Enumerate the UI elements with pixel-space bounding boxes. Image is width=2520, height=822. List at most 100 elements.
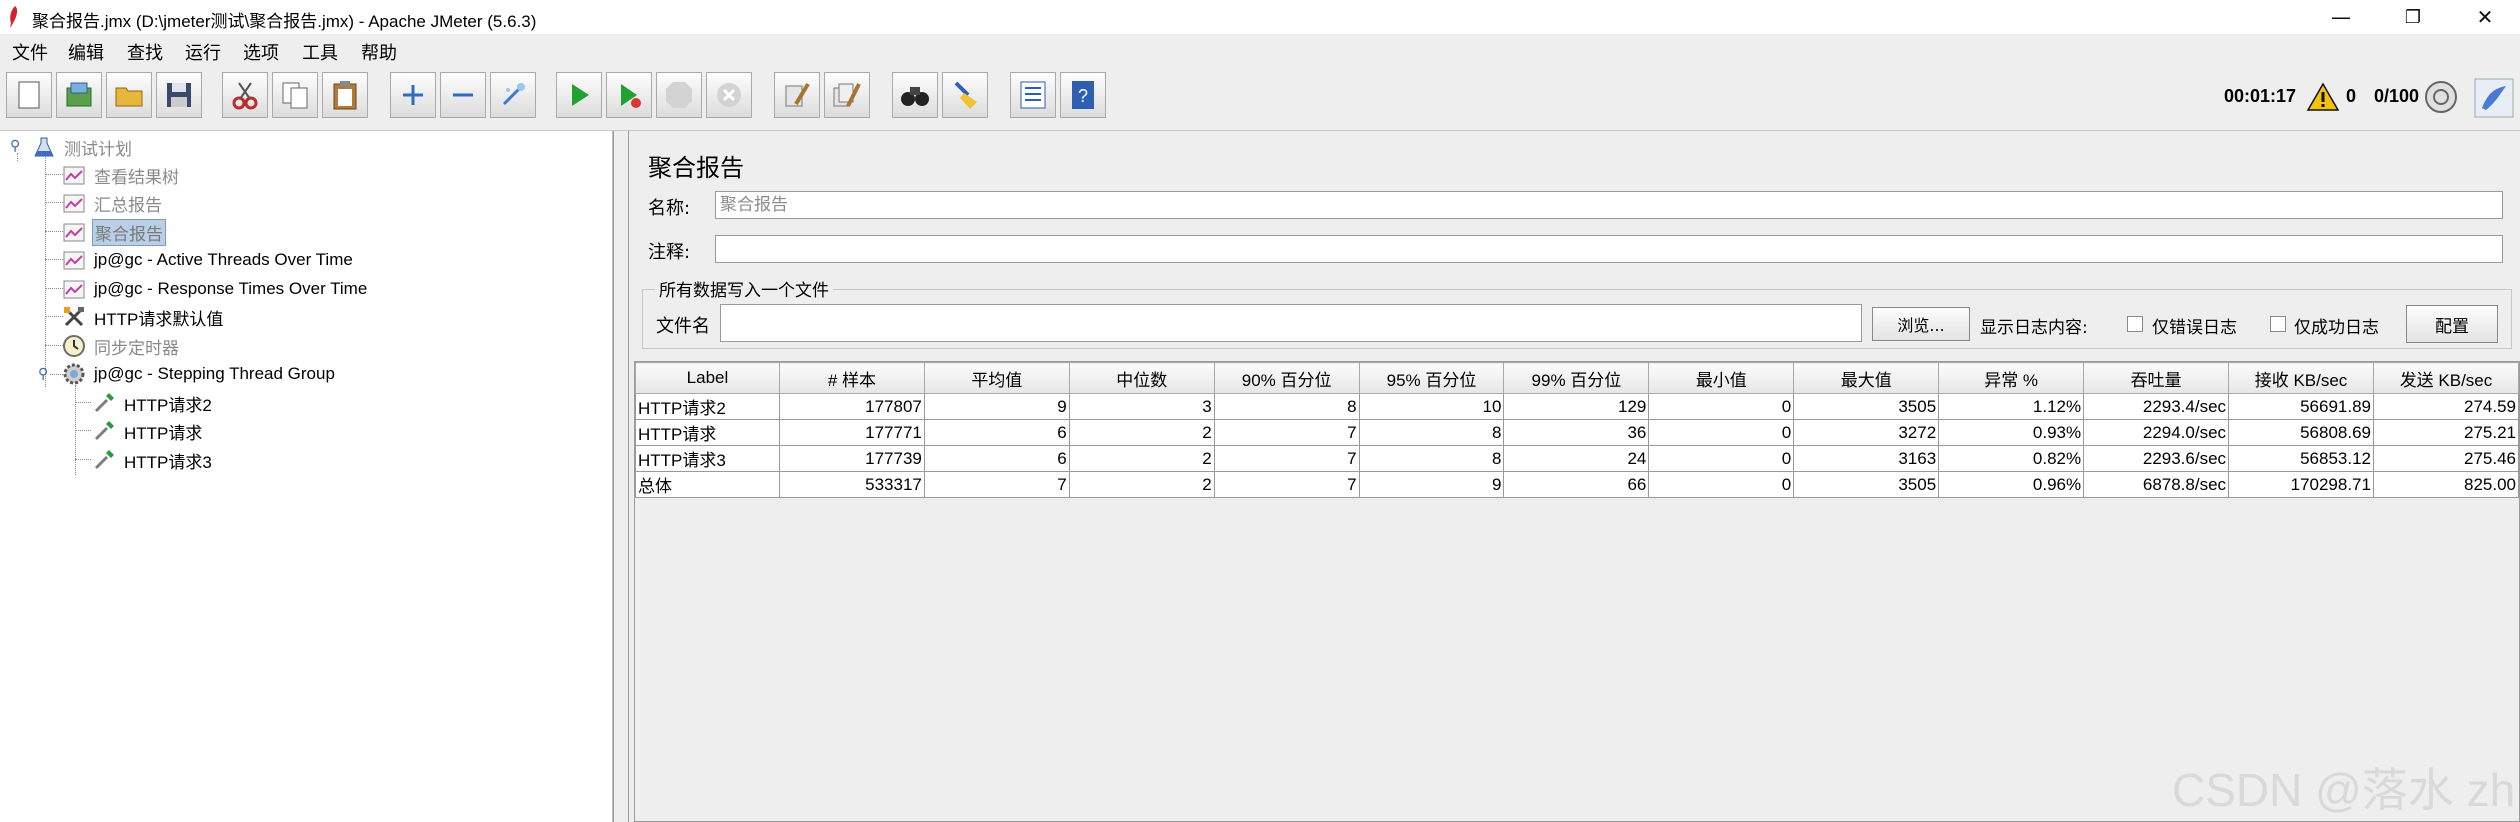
table-cell: 36 [1503, 419, 1650, 446]
table-row[interactable]: HTTP请求 177771 6 2 7 8 36 0 3272 0.93% 22… [635, 419, 2520, 446]
table-cell: 1.12% [1938, 393, 2085, 420]
column-header-throughput[interactable]: 吞吐量 [2083, 362, 2230, 394]
log-viewer-icon[interactable] [2474, 78, 2514, 118]
table-row-total[interactable]: 总体 533317 7 2 7 9 66 0 3505 0.96% 6878.8… [635, 471, 2520, 498]
table-cell: 9 [1358, 471, 1505, 498]
table-header: Label # 样本 平均值 中位数 90% 百分位 95% 百分位 99% 百… [635, 362, 2520, 394]
tree-item-active-threads[interactable]: jp@gc - Active Threads Over Time [62, 247, 355, 273]
copy-button[interactable] [272, 72, 318, 118]
tree-item-http-request[interactable]: HTTP请求 [92, 418, 204, 444]
table-row[interactable]: HTTP请求2 177807 9 3 8 10 129 0 3505 1.12%… [635, 393, 2520, 420]
minimize-button[interactable]: — [2306, 0, 2376, 34]
open-button[interactable] [106, 72, 152, 118]
success-only-label: 仅成功日志 [2294, 318, 2379, 338]
column-header-received-kb[interactable]: 接收 KB/sec [2228, 362, 2374, 394]
tree-item-aggregate-report[interactable]: 聚合报告 [62, 218, 166, 246]
column-header-95-percentile[interactable]: 95% 百分位 [1358, 362, 1505, 394]
menu-file[interactable]: 文件 [12, 39, 48, 65]
column-header-90-percentile[interactable]: 90% 百分位 [1213, 362, 1360, 394]
warning-icon[interactable] [2306, 82, 2340, 112]
save-icon [167, 83, 191, 107]
start-button[interactable] [556, 72, 602, 118]
tree-item-http-defaults[interactable]: HTTP请求默认值 [62, 304, 225, 330]
cut-button[interactable] [222, 72, 268, 118]
name-field[interactable]: 聚合报告 [715, 191, 2503, 219]
table-cell: 2294.0/sec [2083, 419, 2230, 446]
collapse-toggle-icon[interactable]: ⚲ [38, 367, 52, 381]
help-button[interactable]: ? [1060, 72, 1106, 118]
column-header-min[interactable]: 最小值 [1648, 362, 1795, 394]
function-helper-button[interactable] [1010, 72, 1056, 118]
search-button[interactable] [892, 72, 938, 118]
error-count: 0 [2346, 86, 2357, 106]
tree-item-test-plan[interactable]: 测试计划 [32, 134, 134, 160]
table-cell: HTTP请求3 [635, 445, 780, 472]
expand-all-button[interactable] [390, 72, 436, 118]
collapse-toggle-icon[interactable]: ⚲ [10, 139, 24, 153]
toggle-icon [502, 83, 525, 106]
table-cell: 0 [1648, 445, 1795, 472]
tree-item-summary-report[interactable]: 汇总报告 [62, 190, 164, 216]
toggle-button[interactable] [490, 72, 536, 118]
panel-splitter[interactable] [613, 131, 629, 822]
menu-edit[interactable]: 编辑 [68, 39, 104, 65]
menu-run[interactable]: 运行 [185, 39, 221, 65]
collapse-all-button[interactable] [440, 72, 486, 118]
column-header-average[interactable]: 平均值 [923, 362, 1070, 394]
menu-help[interactable]: 帮助 [361, 39, 397, 65]
column-header-label[interactable]: Label [635, 362, 780, 394]
close-button[interactable]: ✕ [2450, 0, 2520, 34]
running-indicator-icon [2425, 81, 2457, 113]
tree-item-http-request-3[interactable]: HTTP请求3 [92, 447, 214, 473]
menu-options[interactable]: 选项 [243, 39, 279, 65]
copy-icon [282, 82, 308, 109]
paste-button[interactable] [322, 72, 368, 118]
stop-icon [666, 82, 692, 108]
shutdown-icon [717, 83, 741, 107]
clear-all-button[interactable] [824, 72, 870, 118]
configure-button[interactable]: 配置 [2406, 305, 2498, 343]
listener-icon [63, 251, 85, 270]
column-header-max[interactable]: 最大值 [1793, 362, 1940, 394]
stop-button[interactable] [656, 72, 702, 118]
table-cell: 10 [1358, 393, 1505, 420]
paste-icon [333, 81, 357, 110]
tree-item-response-times[interactable]: jp@gc - Response Times Over Time [62, 276, 369, 302]
errors-only-checkbox[interactable] [2127, 316, 2143, 332]
clear-button[interactable] [774, 72, 820, 118]
column-header-median[interactable]: 中位数 [1068, 362, 1215, 394]
sampler-pipette-icon [94, 393, 114, 413]
column-header-error-percent[interactable]: 异常 % [1938, 362, 2085, 394]
tree-item-http-request-2[interactable]: HTTP请求2 [92, 390, 214, 416]
menu-tools[interactable]: 工具 [302, 39, 338, 65]
browse-button[interactable]: 浏览... [1872, 307, 1970, 341]
start-no-pause-button[interactable] [606, 72, 652, 118]
function-helper-icon [1020, 81, 1046, 109]
table-cell: 129 [1503, 393, 1650, 420]
comment-label: 注释: [648, 242, 691, 263]
tree-item-view-results-tree[interactable]: 查看结果树 [62, 162, 181, 188]
save-button[interactable] [156, 72, 202, 118]
templates-button[interactable] [56, 72, 102, 118]
listener-icon [63, 223, 85, 242]
column-header-samples[interactable]: # 样本 [778, 362, 925, 394]
expand-icon [403, 85, 423, 105]
table-row[interactable]: HTTP请求3 177739 6 2 7 8 24 0 3163 0.82% 2… [635, 445, 2520, 472]
success-only-checkbox[interactable] [2270, 316, 2286, 332]
tree-item-sync-timer[interactable]: 同步定时器 [62, 333, 181, 359]
maximize-button[interactable]: ❐ [2378, 0, 2448, 34]
column-header-99-percentile[interactable]: 99% 百分位 [1503, 362, 1650, 394]
shutdown-button[interactable] [706, 72, 752, 118]
table-cell: 177807 [778, 393, 925, 420]
table-cell: 0.82% [1938, 445, 2085, 472]
tree-item-stepping-thread-group[interactable]: jp@gc - Stepping Thread Group [62, 361, 337, 387]
filename-field[interactable] [720, 304, 1862, 342]
help-icon: ? [1072, 81, 1094, 109]
reset-search-button[interactable] [942, 72, 988, 118]
column-header-sent-kb[interactable]: 发送 KB/sec [2372, 362, 2520, 394]
new-button[interactable] [6, 72, 52, 118]
menu-search[interactable]: 查找 [127, 39, 163, 65]
comment-field[interactable] [715, 235, 2503, 263]
table-cell: 825.00 [2372, 471, 2520, 498]
table-cell: 177771 [778, 419, 925, 446]
